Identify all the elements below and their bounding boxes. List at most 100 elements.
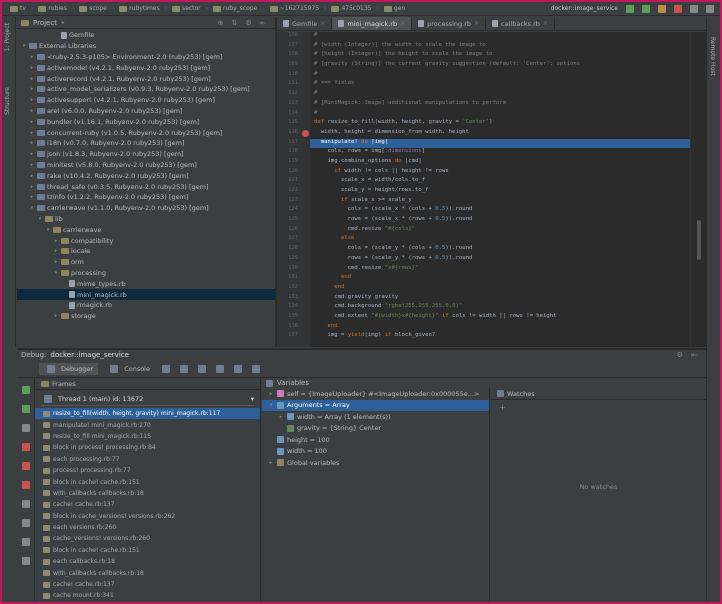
tool-tab-structure[interactable]: Structure — [4, 87, 11, 115]
code-line[interactable]: # — [310, 90, 690, 100]
line-number[interactable]: 125 — [277, 216, 310, 226]
stack-frame[interactable]: block in cache! cache.rb:151 — [35, 476, 260, 487]
code-line[interactable]: if width != cols || height != rows — [310, 168, 690, 178]
line-number[interactable]: 113 — [277, 100, 310, 110]
variable-row[interactable]: gravity = {String} Center — [262, 423, 489, 435]
tree-node[interactable]: mini_magick.rb — [17, 289, 275, 300]
code-line[interactable]: img.combine_options do |cmd| — [310, 158, 690, 168]
expand-arrow-icon[interactable]: ▾ — [45, 227, 51, 233]
panel-settings-icon[interactable]: ⚙ ⇤ — [677, 351, 700, 359]
close-icon[interactable] — [22, 538, 30, 546]
tree-node[interactable]: ▸ concurrent-ruby (v1.0.5, Rubyenv-2.0 ru… — [17, 127, 275, 138]
code-line[interactable]: cols = (scale_x * (cols + 0.5)).round — [310, 206, 690, 216]
add-watch-button[interactable]: + — [491, 400, 706, 415]
line-number[interactable]: 124 — [277, 206, 310, 216]
expand-arrow-icon[interactable]: ▾ — [53, 270, 59, 276]
line-number[interactable]: 106 — [277, 32, 310, 42]
stack-frame[interactable]: each versions.rb:260 — [35, 522, 260, 533]
code-line[interactable]: # — [310, 32, 690, 42]
editor-scrollbar[interactable] — [690, 32, 706, 347]
code-line[interactable]: end — [310, 323, 690, 333]
code-line[interactable]: end — [310, 284, 690, 294]
pin-icon[interactable] — [22, 519, 30, 527]
line-number[interactable]: 135 — [277, 313, 310, 323]
variable-row[interactable]: ▸ width = Array (1 element(s)) — [262, 411, 489, 423]
close-icon[interactable]: × — [320, 20, 325, 27]
variable-row[interactable]: ▸ self = {ImageUploader} #<ImageUploader:… — [262, 388, 489, 400]
tree-node[interactable]: ▾ carrierwave (v1.1.0, Rubyenv-2.0 ruby25… — [17, 203, 275, 214]
tree-node[interactable]: ▸ rake (v10.4.2, Rubyenv-2.0 ruby253) [ge… — [17, 170, 275, 181]
stack-frame[interactable]: block in process! processing.rb:84 — [35, 442, 260, 453]
expand-arrow-icon[interactable]: ▸ — [29, 76, 35, 82]
expand-arrow-icon[interactable]: ▸ — [53, 313, 59, 319]
variable-row[interactable]: ▾ Arguments = Array — [262, 399, 489, 411]
editor-tab[interactable]: processing.rb × — [412, 17, 487, 30]
chevron-down-icon[interactable]: ▾ — [61, 19, 65, 27]
tree-node[interactable]: ▸ i18n (v0.7.0, Rubyenv-2.0 ruby253) [gem… — [17, 138, 275, 149]
code-line[interactable]: width, height = dimension_from width, he… — [310, 129, 690, 139]
expand-arrow-icon[interactable]: ▸ — [268, 391, 274, 397]
expand-arrow-icon[interactable]: ▸ — [29, 162, 35, 168]
tree-node[interactable]: ▸ activesupport (v4.2.1, Rubyenv-2.0 ruby… — [17, 95, 275, 106]
variable-row[interactable]: width = 100 — [262, 446, 489, 458]
pause-icon[interactable] — [22, 424, 30, 432]
run-config-selector[interactable]: docker::image_service — [551, 5, 618, 12]
line-number[interactable]: 130 — [277, 265, 310, 275]
breadcrumb-item[interactable]: 475c0135 — [331, 5, 372, 12]
expand-arrow-icon[interactable]: ▸ — [53, 238, 59, 244]
code-line[interactable]: def resize_to_fill(width, height, gravit… — [310, 119, 690, 129]
code-line[interactable]: else — [310, 235, 690, 245]
breadcrumb-item[interactable]: ~162715975 — [269, 5, 319, 12]
line-number[interactable]: 131 — [277, 274, 310, 284]
line-number[interactable]: 127 — [277, 235, 310, 245]
expand-arrow-icon[interactable]: ▸ — [29, 140, 35, 146]
tree-node[interactable]: ▸ minitest (v5.8.0, Rubyenv-2.0 ruby253) … — [17, 160, 275, 171]
line-number[interactable]: 119 — [277, 158, 310, 168]
tree-node[interactable]: ▾ External Libraries — [17, 41, 275, 52]
stack-frame[interactable]: each processing.rb:77 — [35, 454, 260, 465]
debug-icon[interactable] — [658, 4, 666, 13]
stack-frame[interactable]: cache! cache.rb:137 — [35, 579, 260, 590]
code-line[interactable]: cmd.background "rgba(255,255,255,0.0)" — [310, 303, 690, 313]
search-icon[interactable] — [706, 4, 714, 13]
tree-node[interactable]: ▸ tzinfo (v1.2.2, Rubyenv-2.0 ruby253) [g… — [17, 192, 275, 203]
line-number[interactable]: 112 — [277, 90, 310, 100]
line-number[interactable]: 129 — [277, 255, 310, 265]
expand-arrow-icon[interactable]: ▾ — [268, 402, 274, 408]
tree-node[interactable]: ▸ storage — [17, 311, 275, 322]
scrollbar-thumb[interactable] — [697, 220, 701, 260]
expand-arrow-icon[interactable]: ▸ — [29, 184, 35, 190]
expand-arrow-icon[interactable]: ▸ — [53, 259, 59, 265]
stack-frame[interactable]: process! processing.rb:77 — [35, 465, 260, 476]
project-panel-title[interactable]: Project — [33, 19, 57, 27]
code-line[interactable]: # [gravity (String)] the current gravity… — [310, 61, 690, 71]
editor-gutter[interactable]: 106 107 108 109 110 111 112 113 114 115 116 117 118 1… — [277, 32, 310, 347]
line-number[interactable]: 123 — [277, 197, 310, 207]
expand-arrow-icon[interactable]: ▸ — [53, 248, 59, 254]
line-number[interactable]: 122 — [277, 187, 310, 197]
tool-tab-remote-host[interactable]: Remote Host — [709, 37, 716, 76]
stack-frame[interactable]: resize_to_fill mini_magick.rb:115 — [35, 431, 260, 442]
tree-node[interactable]: Gemfile — [17, 30, 275, 41]
line-number[interactable]: 120 — [277, 168, 310, 178]
tree-node[interactable]: ▸ active_model_serializers (v0.9.3, Rubye… — [17, 84, 275, 95]
editor-tab[interactable]: callbacks.rb × — [486, 17, 555, 30]
settings-icon[interactable] — [690, 4, 698, 13]
code-line[interactable]: if scale_x >= scale_y — [310, 197, 690, 207]
stack-frame[interactable]: cache! cache.rb:137 — [35, 499, 260, 510]
expand-arrow-icon[interactable]: ▸ — [29, 86, 35, 92]
force-step-into-icon[interactable] — [198, 364, 206, 373]
close-icon[interactable]: × — [474, 20, 479, 27]
expand-arrow-icon[interactable]: ▸ — [29, 151, 35, 157]
code-line[interactable]: # [height (Integer)] the height to scale… — [310, 51, 690, 61]
line-number[interactable]: 137 — [277, 332, 310, 342]
run-to-cursor-icon[interactable] — [234, 364, 242, 373]
tree-node[interactable]: ▸ compatibility — [17, 235, 275, 246]
expand-arrow-icon[interactable]: ▸ — [268, 460, 274, 466]
view-breakpoints-icon[interactable] — [22, 462, 30, 470]
run-icon[interactable] — [642, 4, 650, 13]
build-icon[interactable] — [626, 4, 634, 13]
tree-node[interactable]: ▸ <ruby-2.5.3-p105> Environment-2.0 (ruby… — [17, 52, 275, 63]
expand-arrow-icon[interactable]: ▾ — [21, 43, 27, 49]
expand-arrow-icon[interactable]: ▸ — [29, 97, 35, 103]
